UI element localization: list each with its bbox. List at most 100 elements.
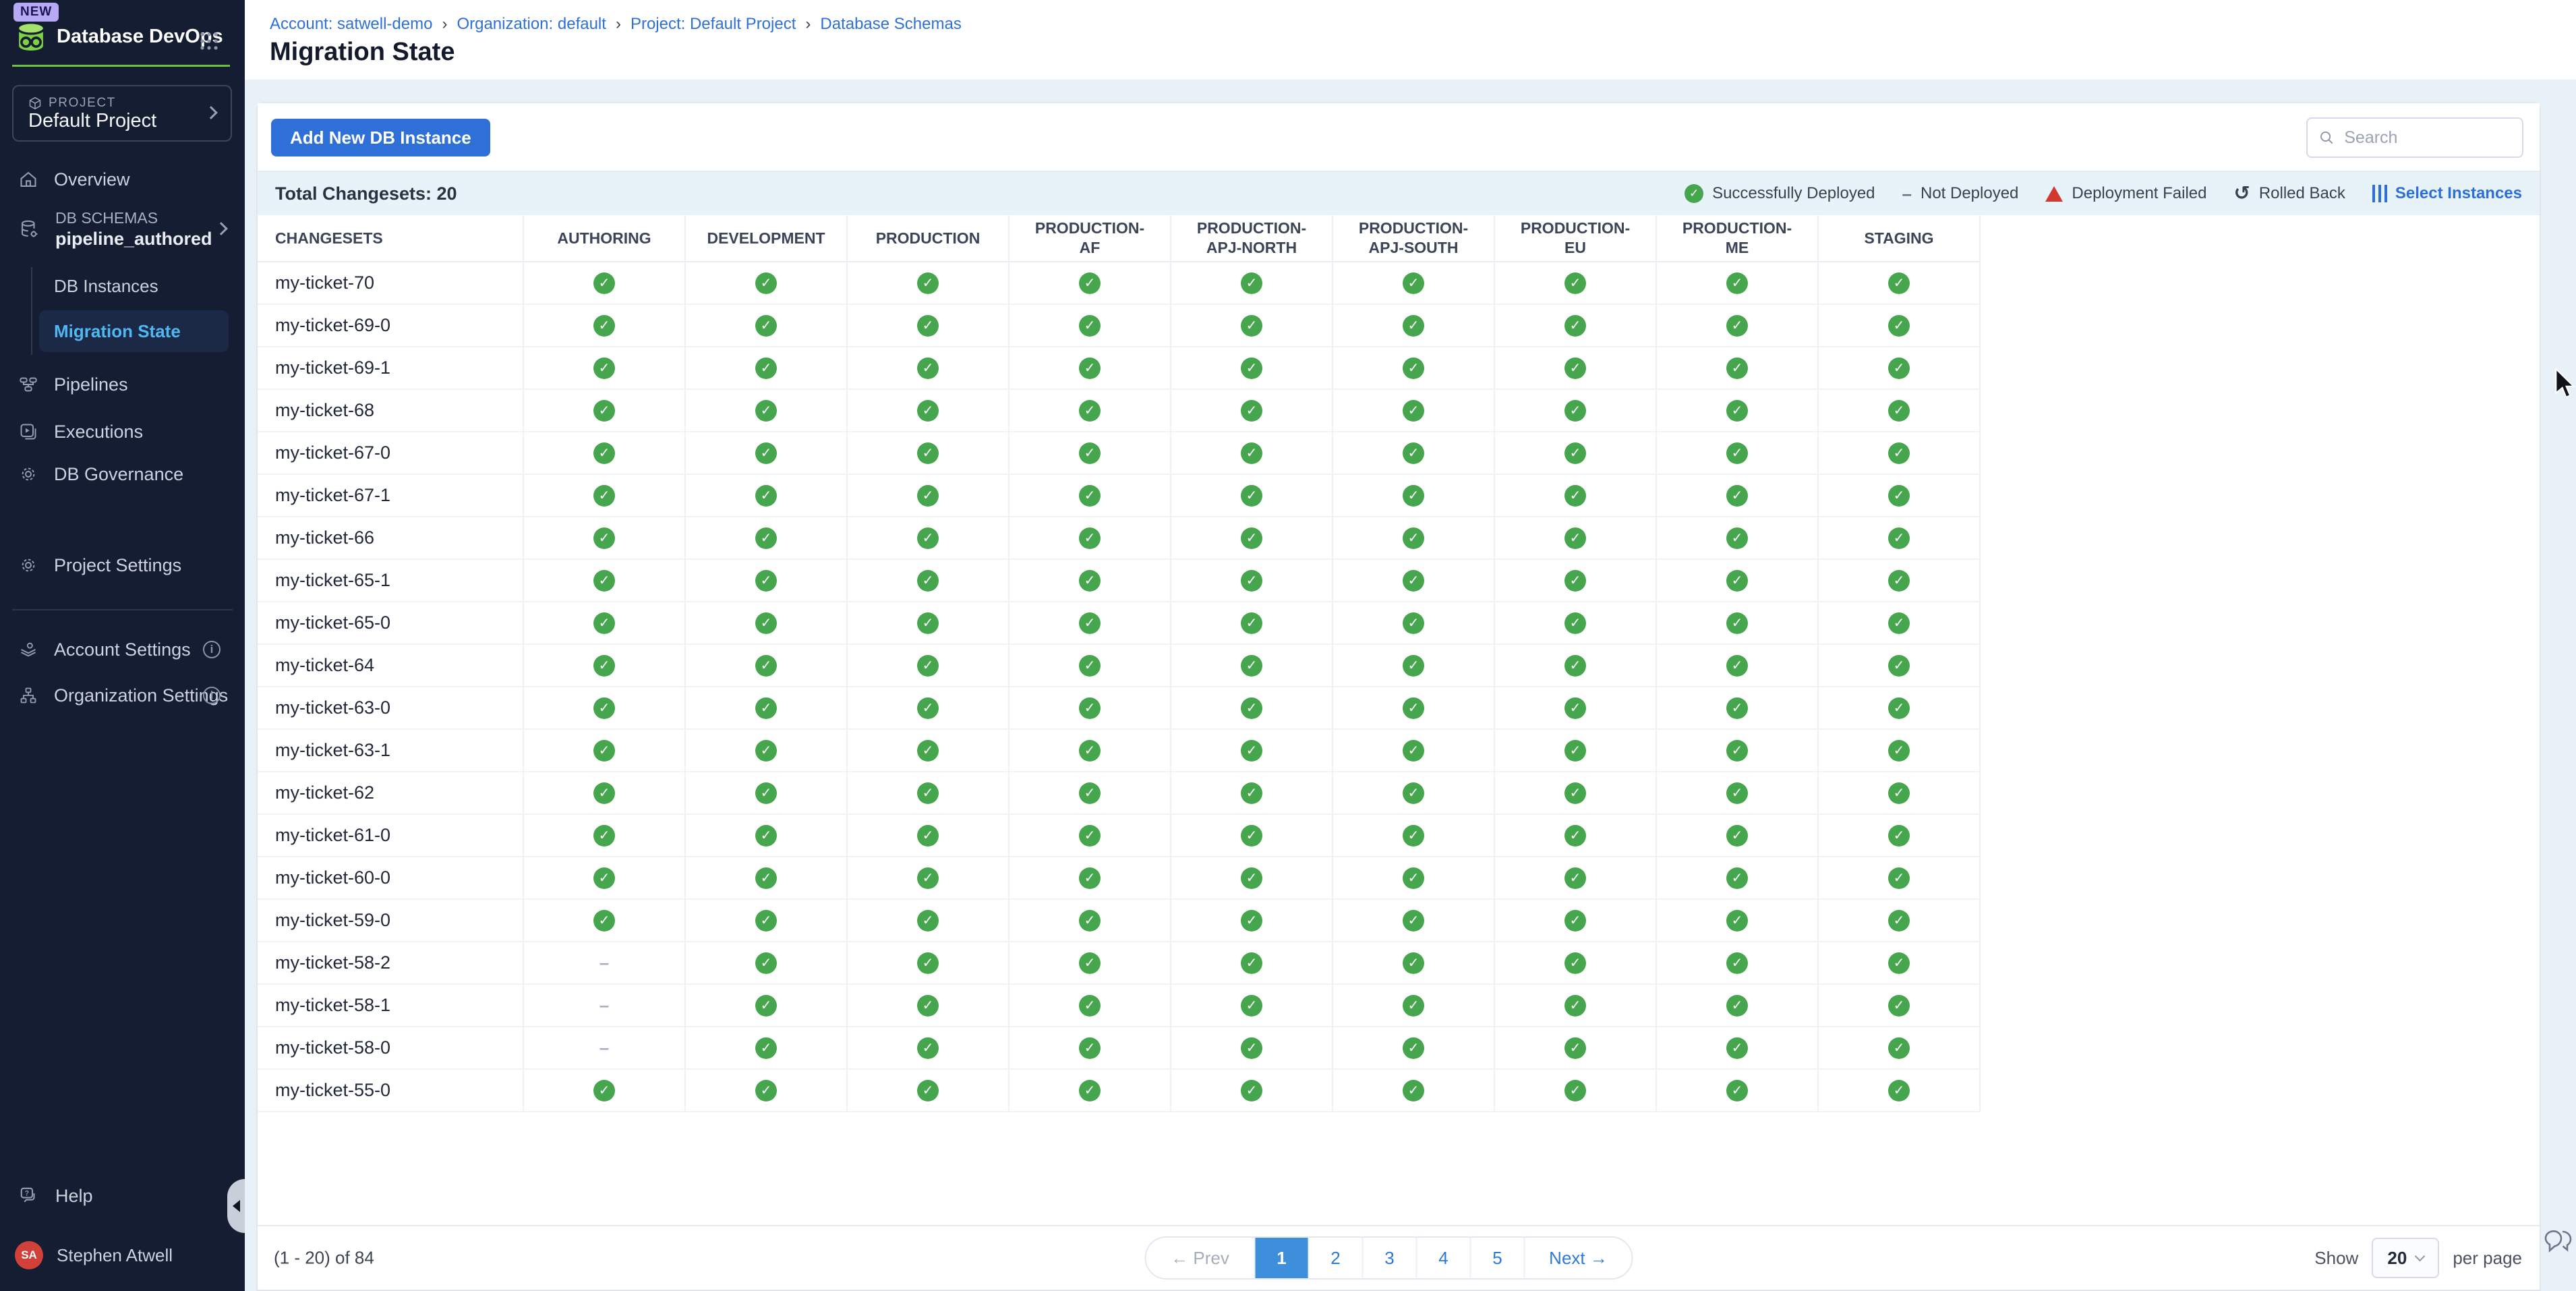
sidebar-item-account-settings[interactable]: Account Settings i — [0, 627, 245, 672]
deployed-check-icon: ✓ — [917, 697, 939, 719]
page-button-1[interactable]: 1 — [1254, 1238, 1308, 1278]
deployed-check-icon: ✓ — [1726, 400, 1748, 422]
table-row[interactable]: my-ticket-65-0✓✓✓✓✓✓✓✓✓ — [258, 602, 1981, 645]
status-cell: ✓ — [1495, 1070, 1657, 1111]
sidebar-item-migration-state[interactable]: Migration State — [39, 310, 229, 352]
deployed-check-icon: ✓ — [1079, 867, 1101, 889]
table-row[interactable]: my-ticket-62✓✓✓✓✓✓✓✓✓ — [258, 772, 1981, 815]
status-cell: ✓ — [1171, 475, 1333, 516]
breadcrumb-link[interactable]: Organization: default — [457, 15, 606, 34]
select-instances-link[interactable]: Select Instances — [2372, 184, 2522, 203]
add-new-db-instance-button[interactable]: Add New DB Instance — [271, 119, 490, 156]
status-cell: ✓ — [848, 900, 1009, 941]
changeset-name: my-ticket-69-1 — [258, 347, 524, 389]
table-row[interactable]: my-ticket-60-0✓✓✓✓✓✓✓✓✓ — [258, 857, 1981, 900]
prev-page-button[interactable]: ← Prev — [1146, 1238, 1254, 1278]
per-page-select[interactable]: 20 — [2372, 1238, 2439, 1278]
deployed-check-icon: ✓ — [1564, 570, 1586, 592]
deployed-check-icon: ✓ — [1564, 825, 1586, 847]
sidebar-item-db-governance[interactable]: DB Governance — [0, 451, 245, 497]
deployed-check-icon: ✓ — [1079, 612, 1101, 634]
table-row[interactable]: my-ticket-58-2–✓✓✓✓✓✓✓✓ — [258, 942, 1981, 985]
table-row[interactable]: my-ticket-67-1✓✓✓✓✓✓✓✓✓ — [258, 475, 1981, 517]
table-row[interactable]: my-ticket-55-0✓✓✓✓✓✓✓✓✓ — [258, 1070, 1981, 1112]
chat-bubbles-icon[interactable] — [2542, 1228, 2575, 1262]
table-row[interactable]: my-ticket-70✓✓✓✓✓✓✓✓✓ — [258, 262, 1981, 305]
table-row[interactable]: my-ticket-67-0✓✓✓✓✓✓✓✓✓ — [258, 432, 1981, 475]
status-cell: ✓ — [1657, 645, 1819, 686]
table-row[interactable]: my-ticket-69-1✓✓✓✓✓✓✓✓✓ — [258, 347, 1981, 390]
sidebar-item-overview[interactable]: Overview — [0, 156, 245, 202]
sidebar-item-organization-settings[interactable]: Organization Settings i — [0, 672, 245, 718]
deployed-check-icon: ✓ — [1888, 400, 1910, 422]
breadcrumb-link[interactable]: Database Schemas — [820, 15, 961, 34]
page-button-5[interactable]: 5 — [1470, 1238, 1524, 1278]
sidebar-collapse-handle[interactable] — [227, 1179, 245, 1233]
chevron-left-icon — [233, 1200, 240, 1212]
status-cell: ✓ — [1657, 475, 1819, 516]
deployed-check-icon: ✓ — [755, 357, 777, 379]
chevron-right-icon — [204, 106, 218, 119]
deployed-check-icon: ✓ — [1564, 867, 1586, 889]
deployed-check-icon: ✓ — [1726, 570, 1748, 592]
status-cell: ✓ — [1819, 1070, 1981, 1111]
breadcrumb-link[interactable]: Account: satwell-demo — [270, 15, 432, 34]
sidebar-item-pipelines[interactable]: Pipelines — [0, 362, 245, 407]
table-row[interactable]: my-ticket-59-0✓✓✓✓✓✓✓✓✓ — [258, 900, 1981, 942]
deployed-check-icon: ✓ — [1726, 995, 1748, 1016]
deployed-check-icon: ✓ — [1241, 825, 1262, 847]
sidebar-item-db-schemas[interactable]: DB SCHEMAS pipeline_authored — [0, 199, 245, 260]
status-cell: ✓ — [848, 347, 1009, 389]
breadcrumb-link[interactable]: Project: Default Project — [631, 15, 796, 34]
page-button-3[interactable]: 3 — [1362, 1238, 1416, 1278]
page-button-4[interactable]: 4 — [1416, 1238, 1470, 1278]
select-instances-label: Select Instances — [2395, 184, 2522, 203]
user-menu[interactable]: SA Stephen Atwell — [0, 1232, 245, 1278]
status-cell: ✓ — [524, 390, 686, 431]
table-row[interactable]: my-ticket-66✓✓✓✓✓✓✓✓✓ — [258, 517, 1981, 560]
table-row[interactable]: my-ticket-58-1–✓✓✓✓✓✓✓✓ — [258, 985, 1981, 1027]
info-icon[interactable]: i — [203, 687, 221, 704]
status-cell: ✓ — [1495, 900, 1657, 941]
search-input[interactable] — [2344, 128, 2511, 148]
status-cell: ✓ — [686, 517, 848, 558]
sidebar-item-executions[interactable]: Executions — [0, 409, 245, 455]
project-selector[interactable]: PROJECT Default Project — [12, 85, 232, 142]
status-cell: ✓ — [1657, 262, 1819, 304]
sidebar-item-db-instances[interactable]: DB Instances — [54, 266, 229, 306]
status-cell: ✓ — [848, 645, 1009, 686]
table-row[interactable]: my-ticket-69-0✓✓✓✓✓✓✓✓✓ — [258, 305, 1981, 347]
status-cell: ✓ — [686, 730, 848, 771]
home-icon — [19, 170, 38, 189]
table-row[interactable]: my-ticket-68✓✓✓✓✓✓✓✓✓ — [258, 390, 1981, 432]
page-button-2[interactable]: 2 — [1308, 1238, 1362, 1278]
table-row[interactable]: my-ticket-64✓✓✓✓✓✓✓✓✓ — [258, 645, 1981, 687]
deployed-check-icon: ✓ — [1726, 782, 1748, 804]
status-cell: ✓ — [1171, 772, 1333, 813]
status-cell: ✓ — [686, 390, 848, 431]
table-row[interactable]: my-ticket-63-0✓✓✓✓✓✓✓✓✓ — [258, 687, 1981, 730]
next-page-button[interactable]: Next → — [1524, 1238, 1632, 1278]
deployed-check-icon: ✓ — [1888, 612, 1910, 634]
play-square-icon — [19, 422, 38, 441]
table-row[interactable]: my-ticket-58-0–✓✓✓✓✓✓✓✓ — [258, 1027, 1981, 1070]
changeset-name: my-ticket-68 — [258, 390, 524, 431]
deployed-check-icon: ✓ — [1403, 782, 1424, 804]
status-cell: ✓ — [848, 730, 1009, 771]
info-icon[interactable]: i — [203, 641, 221, 658]
status-cell: ✓ — [1333, 815, 1495, 856]
per-page-label: per page — [2453, 1248, 2522, 1269]
deployed-check-icon: ✓ — [1888, 1037, 1910, 1059]
deployed-check-icon: ✓ — [1079, 357, 1101, 379]
table-row[interactable]: my-ticket-65-1✓✓✓✓✓✓✓✓✓ — [258, 560, 1981, 602]
table-row[interactable]: my-ticket-61-0✓✓✓✓✓✓✓✓✓ — [258, 815, 1981, 857]
table-row[interactable]: my-ticket-63-1✓✓✓✓✓✓✓✓✓ — [258, 730, 1981, 772]
sidebar-item-help[interactable]: ? Help — [0, 1173, 245, 1219]
deployed-check-icon: ✓ — [1564, 655, 1586, 677]
sidebar-item-project-settings[interactable]: Project Settings — [0, 542, 245, 588]
deployed-check-icon: ✓ — [1403, 315, 1424, 337]
app-grid-icon[interactable] — [199, 31, 219, 55]
status-cell: ✓ — [848, 602, 1009, 643]
deployed-check-icon: ✓ — [1079, 570, 1101, 592]
deployed-check-icon: ✓ — [1079, 400, 1101, 422]
